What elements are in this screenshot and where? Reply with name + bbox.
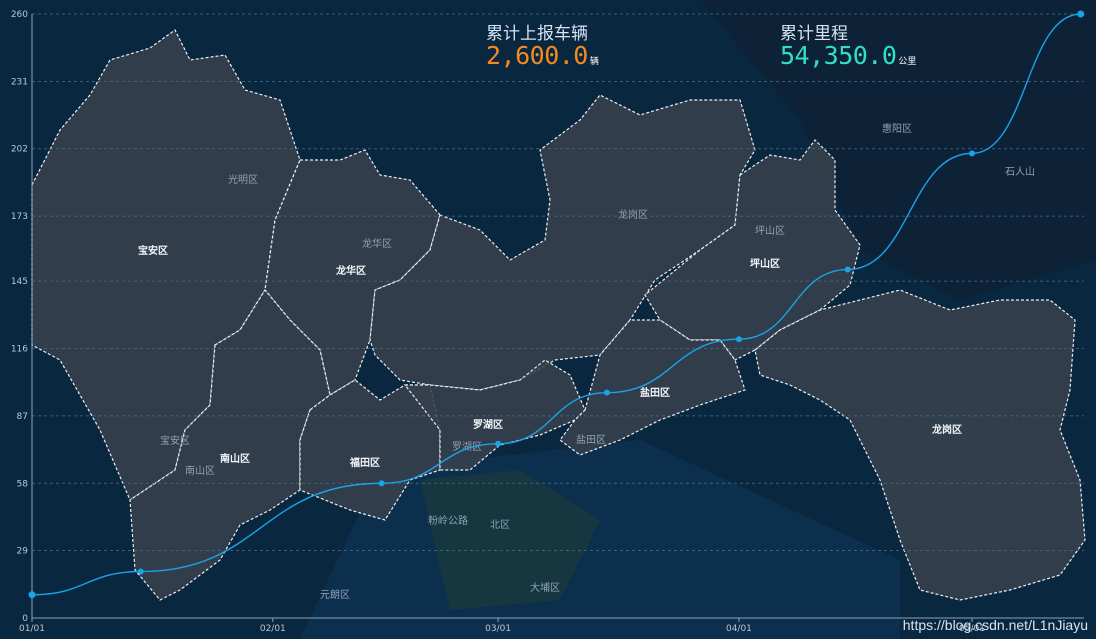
mileage-stat-value: 54,350.0	[780, 41, 897, 70]
chart-series	[28, 10, 1085, 599]
y-tick-label: 29	[17, 547, 29, 557]
chart-grid	[32, 13, 1084, 552]
y-tick-label: 116	[11, 345, 28, 355]
series-line	[31, 13, 1081, 596]
x-tick-label: 04/01	[726, 624, 752, 634]
y-tick-label: 145	[11, 277, 28, 287]
trend-chart: 0 29 58 87 116 145 173 202 231 260 01/01 02/01 03/01…	[11, 10, 1085, 634]
y-tick-label: 87	[17, 412, 28, 422]
data-point[interactable]	[844, 266, 851, 273]
vehicle-stat-value: 2,600.0	[486, 41, 588, 70]
data-point[interactable]	[495, 440, 502, 447]
y-tick-label: 260	[11, 10, 28, 20]
data-point[interactable]	[735, 336, 742, 343]
y-tick-label: 0	[22, 614, 28, 624]
x-tick-label: 03/01	[485, 624, 511, 634]
mileage-stat-unit: 公里	[898, 57, 917, 67]
data-point[interactable]	[603, 389, 610, 396]
mileage-stat: 累计里程 54,350.0 公里	[780, 19, 916, 68]
chart-axes: 0 29 58 87 116 145 173 202 231 260 01/01 02/01 03/01…	[11, 10, 1084, 634]
y-tick-label: 173	[11, 212, 28, 222]
x-tick-label: 01/01	[19, 624, 45, 634]
x-tick-label: 02/01	[260, 624, 286, 634]
y-tick-label: 58	[17, 479, 29, 489]
y-tick-label: 202	[11, 145, 28, 155]
vehicle-stat-unit: 辆	[589, 57, 599, 67]
data-point[interactable]	[969, 150, 975, 157]
data-point[interactable]	[1077, 10, 1085, 18]
watermark: https://blog.csdn.net/L1nJiayu	[902, 617, 1088, 633]
dashboard: 宝安区 光明区 龙华区 龙岗区 坪山区 南山区 福田区 罗湖区 盐田区 龙岗区 …	[0, 0, 1096, 639]
y-tick-label: 231	[11, 77, 28, 87]
data-point[interactable]	[137, 568, 144, 575]
data-point[interactable]	[28, 591, 36, 599]
vehicle-stat: 累计上报车辆 2,600.0 辆	[486, 19, 599, 68]
data-point[interactable]	[378, 480, 385, 487]
